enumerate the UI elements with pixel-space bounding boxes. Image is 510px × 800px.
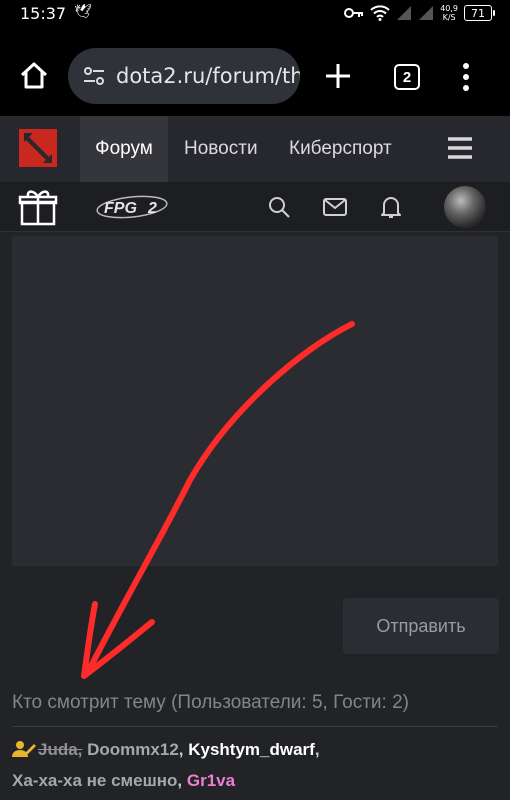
mail-icon[interactable] [322,194,348,220]
gift-icon[interactable] [18,188,58,226]
send-button[interactable]: Отправить [343,598,499,654]
notification-bird-icon: 🕊 [74,4,92,20]
nav-news[interactable]: Новости [184,116,258,182]
fpg-logo[interactable]: FPG 2 [96,194,168,220]
user-link[interactable]: Juda, [38,740,82,759]
site-navbar: Форум Новости Киберспорт [0,116,510,182]
viewers-list: Juda, Doommx12, Kyshtym_dwarf, Ха-ха-ха … [12,740,320,790]
battery-icon: 71 [464,5,495,21]
network-speed: 40,9 K/S [440,4,458,22]
user-link[interactable]: Doommx12 [87,740,179,759]
reply-editor[interactable] [12,236,498,566]
signal-icon-1 [397,6,412,20]
user-link[interactable]: Gr1va [187,771,235,790]
fpg-logo-text: FPG [104,200,137,217]
divider [12,726,498,727]
browser-toolbar: dota2.ru/forum/th 2 [0,26,510,116]
key-icon [344,8,364,18]
user-link[interactable]: Ха-ха-ха не смешно [12,771,177,790]
svg-text:2: 2 [147,200,157,217]
user-link[interactable]: Kyshtym_dwarf [188,740,315,759]
dota2-logo-icon[interactable] [16,126,60,170]
status-icons: 40,9 K/S 71 [344,2,495,24]
user-avatar[interactable] [444,186,486,228]
status-bar: 15:37 🕊 40,9 K/S 71 [0,0,510,26]
tab-switcher-button[interactable]: 2 [394,64,420,90]
search-icon[interactable] [266,194,292,220]
wifi-icon [370,5,390,21]
user-toolbar: FPG 2 [0,182,510,232]
site-settings-icon[interactable] [82,64,106,88]
new-tab-icon[interactable] [322,60,354,92]
bell-icon[interactable] [378,194,404,220]
nav-esports[interactable]: Киберспорт [289,116,392,182]
home-icon[interactable] [18,60,50,92]
signal-icon-2 [419,6,434,20]
hamburger-menu-icon[interactable] [446,136,474,160]
more-menu-icon[interactable] [462,62,470,92]
viewers-title: Кто смотрит тему (Пользователи: 5, Гости… [12,692,409,713]
nav-forum[interactable]: Форум [80,116,168,182]
moderator-icon [12,741,36,757]
address-bar[interactable]: dota2.ru/forum/th [68,48,300,104]
status-time: 15:37 [20,4,67,23]
url-text: dota2.ru/forum/th [116,64,300,88]
